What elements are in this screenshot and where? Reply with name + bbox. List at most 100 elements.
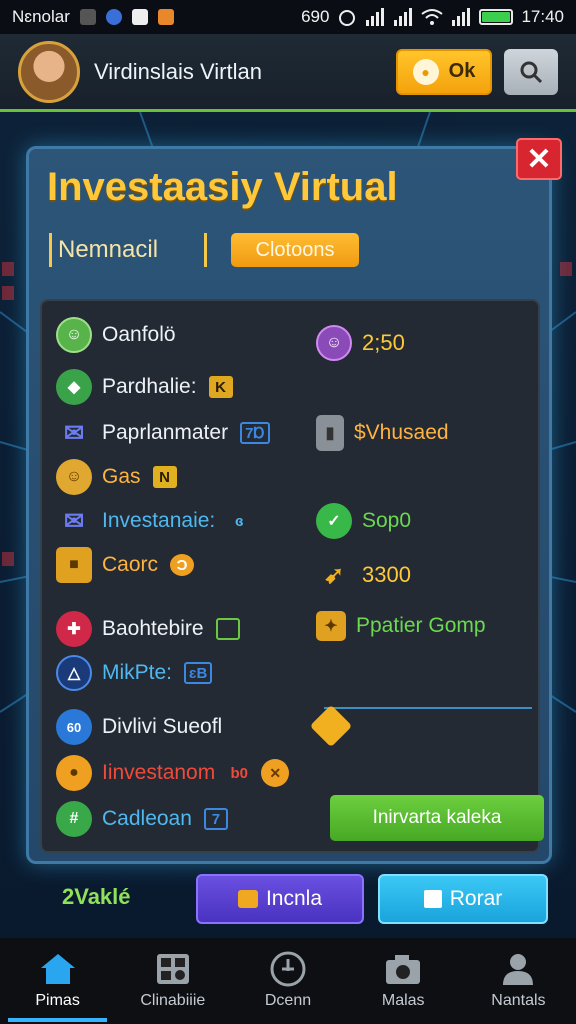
media-icon: [131, 9, 148, 25]
badge: b0: [230, 764, 248, 782]
investment-modal: Investaasiy Virtual Nemnacil Clotoons ☺ …: [26, 146, 552, 864]
list-item-value: Sop0: [362, 509, 412, 532]
user-icon: [499, 952, 537, 986]
cell-signal-icon: [452, 8, 471, 26]
puzzle-icon: ✚: [56, 611, 92, 647]
list-item[interactable]: [309, 704, 353, 748]
rorar-button-label: Rorar: [449, 887, 503, 910]
search-button[interactable]: [504, 48, 558, 95]
app-icon: [157, 9, 174, 25]
list-item[interactable]: ☺ Gas N: [56, 459, 177, 495]
list-item-label: Paprlanmater: [102, 421, 229, 444]
triangle-icon: △: [56, 655, 92, 691]
list-item[interactable]: ✉ Investanaie: ɞ: [56, 503, 251, 539]
list-item-value: 3300: [362, 562, 411, 587]
hash-icon: #: [56, 801, 92, 837]
tab-clotoons[interactable]: Clotoons: [231, 233, 359, 267]
list-item[interactable]: ◆ Pardhalie: K: [56, 369, 233, 405]
details-panel: ☺ Oanfolö ◆ Pardhalie: K ✉ Paprlanmater …: [40, 299, 544, 853]
list-item[interactable]: ☺ Oanfolö: [56, 317, 176, 353]
list-item[interactable]: ✦ Ppatier Gomp: [316, 611, 486, 641]
badge: 7: [203, 808, 228, 830]
list-item[interactable]: # Cadleoan 7: [56, 801, 228, 837]
edit-icon: [423, 890, 442, 908]
list-item-value: 2;50: [362, 330, 405, 355]
list-item-label: MikPte:: [102, 661, 173, 684]
coin-icon: 60: [56, 709, 92, 745]
list-item[interactable]: 60 Divlivi Sueofl: [56, 709, 222, 745]
badge: Ɔ: [170, 554, 195, 576]
badge: 7Ɒ: [240, 422, 271, 444]
alarm-icon: [339, 10, 356, 26]
nav-item-dcenn[interactable]: Dcenn: [230, 938, 345, 1024]
list-item[interactable]: △ MikPte: ɛB: [56, 655, 213, 691]
nav-label: Pimas: [35, 992, 80, 1009]
wifi-icon: [421, 9, 444, 25]
clock: 17:40: [521, 7, 564, 26]
home-icon: [39, 952, 77, 986]
diamond-icon: ◆: [56, 369, 92, 405]
list-item-value: $Vhusaed: [354, 421, 449, 444]
invest-button[interactable]: Inirvarta kaleka: [330, 795, 544, 841]
sim-icon: [79, 9, 96, 25]
list-item[interactable]: ✚ Baohtebire: [56, 611, 240, 647]
battery-icon: [479, 9, 514, 25]
carrier-label: Nɛnolar: [12, 7, 70, 26]
list-item[interactable]: ✉ Paprlanmater 7Ɒ: [56, 415, 271, 451]
ok-button[interactable]: ● Ok: [396, 48, 492, 95]
tab-nemnacil[interactable]: Nemnacil: [49, 233, 207, 267]
nav-item-nantals[interactable]: Nantals: [461, 938, 576, 1024]
search-icon: [520, 61, 543, 83]
chat-icon: ●: [412, 58, 439, 85]
badge: N: [152, 466, 177, 488]
status-badge: [215, 618, 240, 640]
shield-icon: ▮: [316, 415, 344, 451]
mail-icon: ✉: [63, 507, 85, 535]
list-item-label: Oanfolö: [102, 323, 176, 346]
diamond-icon: [309, 704, 353, 748]
list-item-label: Baohtebire: [102, 617, 204, 640]
avatar-icon: ☺: [316, 325, 352, 361]
invest-button-label: Inirvarta kaleka: [372, 807, 502, 828]
list-item[interactable]: ➹ 3300: [316, 557, 411, 593]
camera-icon: [384, 952, 422, 986]
list-item[interactable]: ☺ 2;50: [316, 325, 405, 361]
username: Virdinslais Virtlan: [94, 58, 262, 84]
coin-icon: ☺: [56, 459, 92, 495]
box-icon: [237, 890, 258, 908]
badge: K: [208, 376, 233, 398]
signal-text: 690: [301, 7, 330, 26]
ok-button-label: Ok: [448, 60, 476, 82]
nav-label: Nantals: [491, 992, 546, 1009]
list-item-label: Gas: [102, 465, 141, 488]
rorar-button[interactable]: Rorar: [378, 874, 548, 924]
compass-icon: [269, 951, 307, 987]
cell-signal-icon: [394, 8, 413, 26]
divider: [324, 707, 532, 709]
close-icon: ✕: [261, 759, 290, 787]
status-bar: Nɛnolar 690 17:40: [0, 0, 576, 34]
check-icon: ✓: [316, 503, 352, 539]
list-item[interactable]: ■ Caorc Ɔ: [56, 547, 195, 583]
box-icon: ✦: [316, 611, 346, 641]
close-icon: ✕: [526, 142, 552, 176]
face-icon: ☺: [56, 317, 92, 353]
list-item[interactable]: ✓ Sop0: [316, 503, 411, 539]
bottom-nav: Pimas Clinabiiie Dcenn Malas Nantals: [0, 938, 576, 1024]
arrow-icon: ➹: [323, 561, 345, 589]
list-item-value: Ppatier Gomp: [356, 614, 486, 637]
include-button[interactable]: Incnla: [196, 874, 364, 924]
list-item-label: Divlivi Sueofl: [102, 715, 223, 738]
modal-title: Investaasiy Virtual: [47, 165, 398, 209]
list-item[interactable]: ▮ $Vhusaed: [316, 415, 449, 451]
close-button[interactable]: ✕: [516, 138, 562, 180]
balance-label: 2Vaklé: [62, 884, 131, 909]
coin-icon: ●: [56, 755, 92, 791]
nav-label: Dcenn: [264, 992, 312, 1009]
nav-item-pimas[interactable]: Pimas: [0, 938, 115, 1024]
list-item[interactable]: ● Iinvestanom b0 ✕: [56, 755, 290, 791]
nav-item-malas[interactable]: Malas: [346, 938, 461, 1024]
avatar[interactable]: [18, 40, 80, 103]
nav-item-clinabiiie[interactable]: Clinabiiie: [115, 938, 230, 1024]
list-item-label: Pardhalie:: [102, 375, 197, 398]
